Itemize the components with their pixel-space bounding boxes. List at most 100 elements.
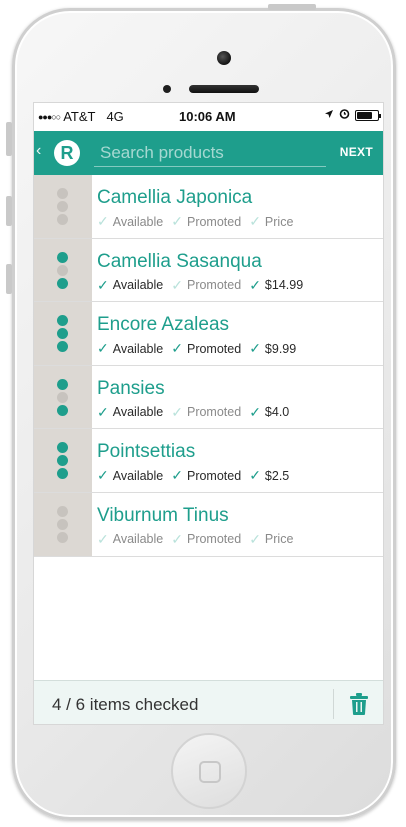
checkmark-icon: ✓ — [97, 276, 109, 293]
trash-icon[interactable] — [350, 693, 368, 715]
carrier-name: AT&T — [63, 109, 96, 124]
checkmark-icon: ✓ — [249, 403, 261, 420]
app-logo[interactable]: R — [54, 140, 80, 166]
checkmark-icon: ✓ — [97, 340, 109, 357]
attribute-label: $2.5 — [264, 468, 290, 483]
search-input[interactable] — [94, 141, 326, 165]
available-toggle[interactable]: ✓ Available — [97, 213, 163, 230]
next-button[interactable]: NEXT — [340, 145, 373, 159]
available-toggle[interactable]: ✓ Available — [97, 467, 163, 484]
home-button[interactable] — [171, 733, 247, 809]
status-dot — [57, 518, 68, 530]
price-toggle[interactable]: ✓ Price — [249, 531, 293, 548]
attribute-label: Promoted — [186, 532, 242, 547]
checkmark-icon: ✓ — [171, 467, 183, 484]
promoted-toggle[interactable]: ✓ Promoted — [171, 213, 241, 230]
available-toggle[interactable]: ✓ Available — [97, 277, 163, 294]
product-name: Viburnum Tinus — [97, 504, 229, 526]
status-dot — [57, 201, 68, 212]
network-type: 4G — [106, 109, 124, 124]
status-dot — [57, 531, 68, 543]
checkmark-icon: ✓ — [171, 276, 183, 293]
promoted-toggle[interactable]: ✓ Promoted — [171, 277, 241, 294]
checkmark-icon: ✓ — [171, 213, 183, 229]
product-attributes: ✓ Available ✓ Promoted ✓ $2.5 — [97, 467, 297, 484]
alarm-clock-icon — [339, 108, 350, 122]
status-dot — [57, 251, 68, 263]
drag-handle[interactable] — [34, 429, 92, 492]
product-list: Camellia Japonica ✓ Available ✓ Promoted ✓ Pri… — [34, 175, 383, 557]
attribute-label: Available — [112, 214, 164, 229]
product-row[interactable]: Camellia Sasanqua ✓ Available ✓ Promoted ✓ $14… — [34, 238, 383, 303]
price-toggle[interactable]: ✓ $9.99 — [249, 340, 296, 357]
product-attributes: ✓ Available ✓ Promoted ✓ Price — [97, 213, 301, 230]
status-dot — [57, 404, 68, 416]
attribute-label: Promoted — [186, 341, 242, 356]
promoted-toggle[interactable]: ✓ Promoted — [171, 531, 241, 548]
product-row[interactable]: Viburnum Tinus ✓ Available ✓ Promoted ✓ Price — [34, 492, 383, 557]
drag-handle[interactable] — [34, 175, 92, 238]
promoted-toggle[interactable]: ✓ Promoted — [171, 467, 241, 484]
proximity-sensor — [163, 85, 171, 93]
status-dot — [57, 188, 68, 199]
footer-divider — [333, 689, 334, 719]
product-name: Encore Azaleas — [97, 314, 230, 336]
price-toggle[interactable]: ✓ $14.99 — [249, 277, 303, 294]
status-dot — [57, 341, 68, 353]
status-dot — [57, 378, 68, 390]
checkmark-icon: ✓ — [249, 213, 261, 229]
attribute-label: $9.99 — [264, 341, 297, 356]
drag-handle[interactable] — [34, 365, 92, 429]
product-name: Camellia Japonica — [97, 187, 253, 208]
product-row[interactable]: Encore Azaleas ✓ Available ✓ Promoted ✓ $9.99 — [34, 302, 383, 366]
checkmark-icon: ✓ — [249, 530, 261, 547]
product-attributes: ✓ Available ✓ Promoted ✓ $14.99 — [97, 277, 311, 294]
price-toggle[interactable]: ✓ Price — [249, 213, 293, 230]
checkmark-icon: ✓ — [97, 403, 109, 420]
status-dot — [57, 214, 68, 225]
product-attributes: ✓ Available ✓ Promoted ✓ $4.0 — [97, 404, 297, 421]
attribute-label: Price — [264, 214, 294, 229]
price-toggle[interactable]: ✓ $2.5 — [249, 467, 289, 484]
status-dot — [57, 277, 68, 289]
attribute-label: $14.99 — [264, 278, 304, 293]
status-dot — [57, 442, 68, 454]
attribute-label: Available — [112, 405, 164, 420]
checkmark-icon: ✓ — [171, 340, 183, 357]
available-toggle[interactable]: ✓ Available — [97, 531, 163, 548]
drag-handle[interactable] — [34, 238, 92, 302]
checkmark-icon: ✓ — [171, 530, 183, 547]
status-dot — [57, 391, 68, 403]
battery-level — [357, 111, 372, 119]
location-arrow-icon — [324, 108, 334, 122]
front-camera — [217, 51, 231, 65]
product-attributes: ✓ Available ✓ Promoted ✓ Price — [97, 531, 301, 548]
drag-handle[interactable] — [34, 492, 92, 556]
product-name: Pointsettias — [97, 441, 196, 463]
product-row[interactable]: Camellia Japonica ✓ Available ✓ Promoted ✓ Pri… — [34, 175, 383, 239]
power-button — [268, 4, 316, 10]
checked-count: 4 / 6 items checked — [52, 695, 199, 714]
product-row[interactable]: Pointsettias ✓ Available ✓ Promoted ✓ $2.5 — [34, 429, 383, 493]
product-name: Pansies — [97, 377, 165, 399]
attribute-label: Promoted — [186, 278, 242, 293]
drag-handle[interactable] — [34, 302, 92, 365]
attribute-label: Available — [112, 278, 164, 293]
available-toggle[interactable]: ✓ Available — [97, 340, 163, 357]
chevron-left-icon[interactable]: ‹ — [36, 142, 41, 160]
phone-screen: ●●●○○ AT&T 4G 10:06 AM ‹ R NEXT Camellia… — [33, 102, 384, 725]
available-toggle[interactable]: ✓ Available — [97, 404, 163, 421]
product-row[interactable]: Pansies ✓ Available ✓ Promoted ✓ $4.0 — [34, 365, 383, 430]
attribute-label: Available — [112, 532, 164, 547]
home-square-icon — [199, 761, 221, 783]
volume-up-button — [6, 196, 12, 226]
checkmark-icon: ✓ — [249, 340, 261, 357]
product-name: Camellia Sasanqua — [97, 250, 262, 272]
status-dot — [57, 264, 68, 276]
attribute-label: Promoted — [186, 214, 242, 229]
price-toggle[interactable]: ✓ $4.0 — [249, 404, 289, 421]
attribute-label: Available — [112, 468, 164, 483]
promoted-toggle[interactable]: ✓ Promoted — [171, 404, 241, 421]
promoted-toggle[interactable]: ✓ Promoted — [171, 340, 241, 357]
battery-icon — [355, 109, 381, 121]
